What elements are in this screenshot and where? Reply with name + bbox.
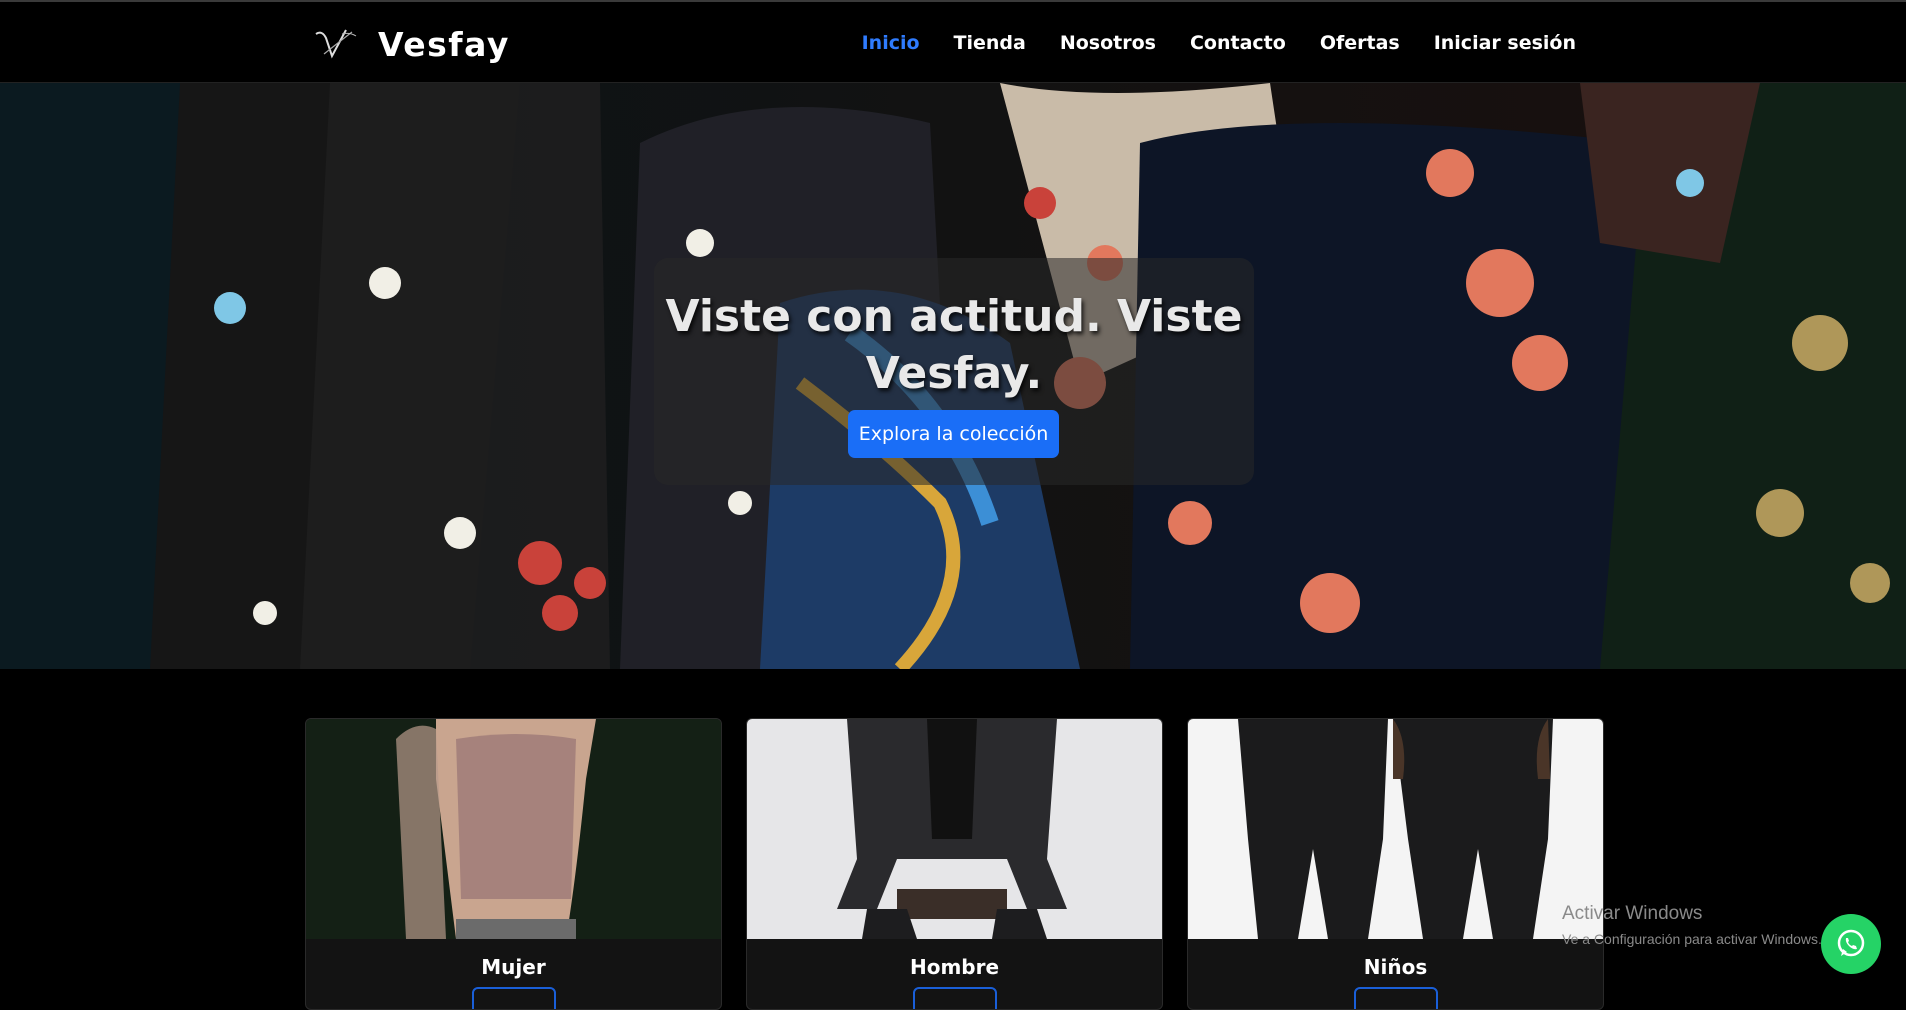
nav-item-inicio[interactable]: Inicio — [845, 26, 937, 60]
category-title: Niños — [1363, 955, 1428, 979]
category-card-hombre[interactable]: Hombre — [746, 718, 1163, 1010]
nav-item-tienda[interactable]: Tienda — [937, 26, 1043, 60]
category-card-mujer[interactable]: Mujer — [305, 718, 722, 1010]
vesfay-monogram-icon — [315, 29, 357, 59]
hero-title: Viste con actitud. Viste Vesfay. — [665, 291, 1243, 399]
category-image-mujer — [306, 719, 721, 939]
whatsapp-icon — [1837, 929, 1865, 957]
main-nav: Inicio Tienda Nosotros Contacto Ofertas … — [845, 26, 1593, 60]
category-button[interactable] — [1354, 987, 1438, 1009]
nav-item-iniciar-sesion[interactable]: Iniciar sesión — [1417, 26, 1593, 60]
nav-item-nosotros[interactable]: Nosotros — [1043, 26, 1173, 60]
category-title: Mujer — [481, 955, 546, 979]
whatsapp-button[interactable] — [1821, 914, 1881, 974]
navbar: Vesfay Inicio Tienda Nosotros Contacto O… — [0, 2, 1906, 83]
hero-banner: Viste con actitud. Viste Vesfay. Explora… — [0, 83, 1906, 669]
category-image-hombre — [747, 719, 1162, 939]
brand-link[interactable]: Vesfay — [312, 22, 510, 66]
category-button[interactable] — [913, 987, 997, 1009]
nav-item-contacto[interactable]: Contacto — [1173, 26, 1303, 60]
category-cards: Mujer Hombre Niños — [305, 718, 1604, 1010]
category-image-ninos — [1188, 719, 1603, 939]
hero-caption-box: Viste con actitud. Viste Vesfay. Explora… — [654, 258, 1254, 485]
explore-collection-button[interactable]: Explora la colección — [848, 410, 1059, 458]
watermark-subtitle: Ve a Configuración para activar Windows. — [1562, 931, 1822, 947]
category-button[interactable] — [472, 987, 556, 1009]
brand-name: Vesfay — [378, 24, 510, 64]
category-title: Hombre — [909, 955, 1000, 979]
watermark-title: Activar Windows — [1562, 903, 1703, 924]
category-card-ninos[interactable]: Niños — [1187, 718, 1604, 1010]
windows-activation-watermark: Activar Windows Ve a Configuración para … — [1562, 903, 1822, 947]
nav-item-ofertas[interactable]: Ofertas — [1303, 26, 1417, 60]
